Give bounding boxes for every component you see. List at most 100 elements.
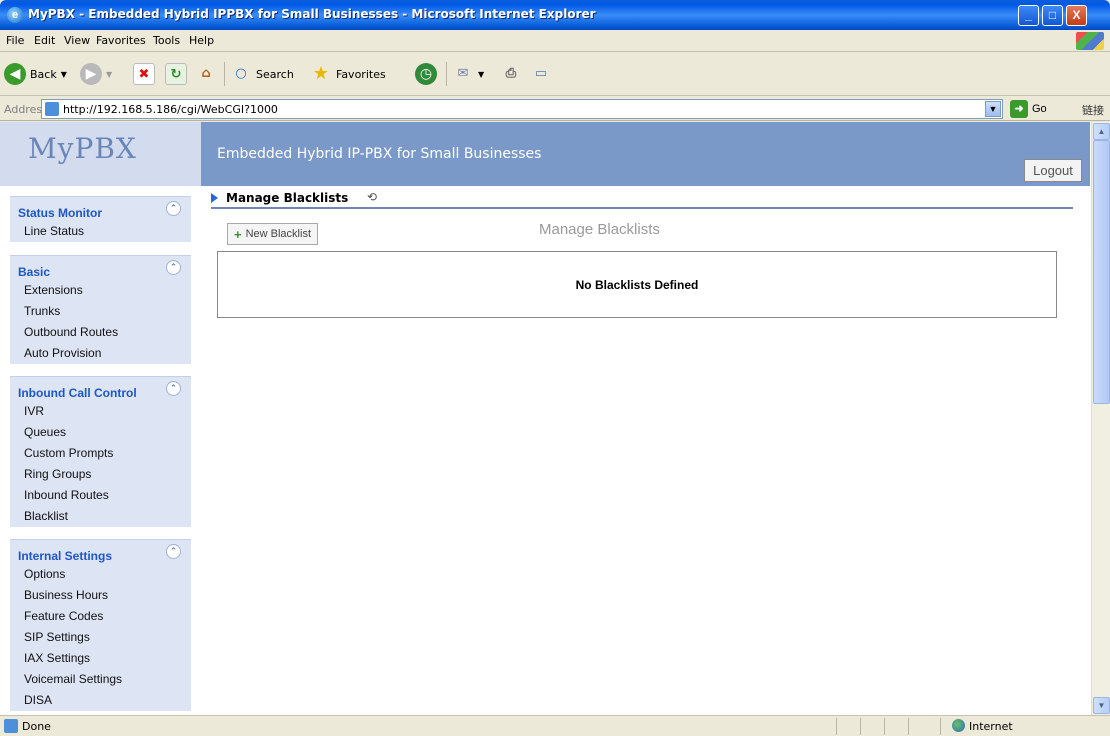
refresh-icon: ↻ <box>165 63 187 85</box>
mail-button[interactable]: ✉ ▼ <box>452 61 485 87</box>
mail-icon: ✉ <box>457 66 469 81</box>
sidebar-item-blacklist[interactable]: Blacklist <box>10 506 191 527</box>
ie-app-icon: e <box>7 7 23 23</box>
home-button[interactable]: ⌂ <box>195 61 217 87</box>
refresh-button[interactable]: ↻ <box>165 61 187 87</box>
sidebar-item-options[interactable]: Options <box>10 564 191 585</box>
stop-button[interactable]: ✖ <box>133 61 155 87</box>
windows-logo-icon <box>1076 32 1104 50</box>
pbx-header: MyPBX Embedded Hybrid IP-PBX for Small B… <box>0 122 1090 186</box>
menu-help[interactable]: Help <box>189 34 214 47</box>
sidebar-item-queues[interactable]: Queues <box>10 422 191 443</box>
back-label: Back <box>30 67 57 81</box>
menu-bar: File Edit View Favorites Tools Help <box>0 30 1110 52</box>
breadcrumb: Manage Blacklists ⟲ <box>211 189 1073 209</box>
internet-zone-icon <box>952 719 965 732</box>
maximize-button[interactable]: □ <box>1042 5 1063 26</box>
address-input[interactable]: http://192.168.5.186/cgi/WebCGI?1000 ▼ <box>41 99 1003 119</box>
sidebar-section-status-monitor: Status Monitor ⌃ Line Status <box>10 196 191 242</box>
favorites-label: Favorites <box>336 67 386 81</box>
section-title[interactable]: Internal Settings <box>18 549 112 563</box>
plus-icon: + <box>234 226 242 242</box>
sidebar-item-custom-prompts[interactable]: Custom Prompts <box>10 443 191 464</box>
logo-area: MyPBX <box>0 122 201 186</box>
go-arrow-icon: ➜ <box>1010 100 1028 118</box>
sidebar-item-ivr[interactable]: IVR <box>10 401 191 422</box>
sidebar-item-line-status[interactable]: Line Status <box>10 221 191 242</box>
close-button[interactable]: X <box>1066 5 1087 26</box>
refresh-icon[interactable]: ⟲ <box>367 190 377 204</box>
browser-viewport: MyPBX Embedded Hybrid IP-PBX for Small B… <box>0 122 1110 715</box>
blacklist-table: No Blacklists Defined <box>217 251 1057 318</box>
scroll-down-icon[interactable]: ▼ <box>1093 697 1110 714</box>
sidebar-item-iax-settings[interactable]: IAX Settings <box>10 648 191 669</box>
section-title[interactable]: Inbound Call Control <box>18 386 137 400</box>
sidebar-item-ring-groups[interactable]: Ring Groups <box>10 464 191 485</box>
new-blacklist-label: New Blacklist <box>245 228 311 240</box>
back-arrow-icon: ◀ <box>4 63 26 85</box>
window-title: MyPBX - Embedded Hybrid IPPBX for Small … <box>28 7 596 21</box>
search-label: Search <box>256 67 294 81</box>
history-button[interactable]: ◷ <box>415 61 437 87</box>
empty-message: No Blacklists Defined <box>575 278 699 292</box>
address-dropdown-icon[interactable]: ▼ <box>985 101 1001 117</box>
go-label: Go <box>1032 103 1047 115</box>
favorites-star-icon: ★ <box>312 63 330 84</box>
sidebar-item-sip-settings[interactable]: SIP Settings <box>10 627 191 648</box>
sidebar-item-outbound-routes[interactable]: Outbound Routes <box>10 322 191 343</box>
main-content: Manage Blacklists ⟲ + New Blacklist Mana… <box>201 186 1090 715</box>
menu-edit[interactable]: Edit <box>34 34 55 47</box>
favorites-button[interactable]: ★ Favorites <box>310 61 386 87</box>
collapse-icon[interactable]: ⌃ <box>166 201 181 216</box>
collapse-icon[interactable]: ⌃ <box>166 381 181 396</box>
print-button[interactable]: ⎙ <box>500 61 522 87</box>
logout-button[interactable]: Logout <box>1024 159 1082 182</box>
logo: MyPBX <box>28 132 137 165</box>
breadcrumb-arrow-icon <box>211 193 218 203</box>
toolbar: ◀ Back ▼ ▶ ▼ ✖ ↻ ⌂ ○ Search ★ Favorites … <box>0 52 1110 96</box>
sidebar-item-voicemail-settings[interactable]: Voicemail Settings <box>10 669 191 690</box>
go-button[interactable]: ➜ Go <box>1010 100 1047 118</box>
title-bar: e MyPBX - Embedded Hybrid IPPBX for Smal… <box>0 0 1110 30</box>
menu-view[interactable]: View <box>64 34 90 47</box>
edit-button[interactable]: ▭ <box>530 61 552 87</box>
menu-favorites[interactable]: Favorites <box>96 34 146 47</box>
menu-tools[interactable]: Tools <box>153 34 180 47</box>
sidebar-section-inbound-call-control: Inbound Call Control ⌃ IVR Queues Custom … <box>10 376 191 527</box>
forward-arrow-icon: ▶ <box>80 63 102 85</box>
sidebar-section-internal-settings: Internal Settings ⌃ Options Business Hour… <box>10 539 191 711</box>
forward-button[interactable]: ▶ ▼ <box>80 61 112 87</box>
sidebar-section-basic: Basic ⌃ Extensions Trunks Outbound Routes… <box>10 255 191 364</box>
sidebar-item-extensions[interactable]: Extensions <box>10 280 191 301</box>
status-bar: Done Internet <box>0 715 1110 736</box>
scroll-up-icon[interactable]: ▲ <box>1093 123 1110 140</box>
sidebar: Status Monitor ⌃ Line Status Basic ⌃ Exten… <box>0 186 201 715</box>
sidebar-item-disa[interactable]: DISA <box>10 690 191 711</box>
status-text: Done <box>22 720 51 733</box>
search-button[interactable]: ○ Search <box>230 61 294 87</box>
sidebar-item-auto-provision[interactable]: Auto Provision <box>10 343 191 364</box>
sidebar-item-business-hours[interactable]: Business Hours <box>10 585 191 606</box>
home-icon: ⌂ <box>201 66 211 81</box>
scroll-thumb[interactable] <box>1093 140 1110 404</box>
edit-icon: ▭ <box>534 66 548 81</box>
breadcrumb-title: Manage Blacklists <box>226 191 349 205</box>
vertical-scrollbar[interactable]: ▲ ▼ <box>1091 122 1110 715</box>
page-title: Manage Blacklists <box>539 221 660 238</box>
back-button[interactable]: ◀ Back ▼ <box>4 61 67 87</box>
history-icon: ◷ <box>415 63 437 85</box>
collapse-icon[interactable]: ⌃ <box>166 260 181 275</box>
section-title[interactable]: Status Monitor <box>18 206 102 220</box>
header-tagline: Embedded Hybrid IP-PBX for Small Busines… <box>217 146 542 162</box>
links-button[interactable]: 链接 <box>1082 102 1104 118</box>
print-icon: ⎙ <box>505 66 517 81</box>
address-url: http://192.168.5.186/cgi/WebCGI?1000 <box>63 103 278 116</box>
sidebar-item-trunks[interactable]: Trunks <box>10 301 191 322</box>
sidebar-item-inbound-routes[interactable]: Inbound Routes <box>10 485 191 506</box>
menu-file[interactable]: File <box>6 34 24 47</box>
minimize-button[interactable]: _ <box>1018 5 1039 26</box>
sidebar-item-feature-codes[interactable]: Feature Codes <box>10 606 191 627</box>
collapse-icon[interactable]: ⌃ <box>166 544 181 559</box>
new-blacklist-button[interactable]: + New Blacklist <box>227 223 318 245</box>
section-title[interactable]: Basic <box>18 265 50 279</box>
